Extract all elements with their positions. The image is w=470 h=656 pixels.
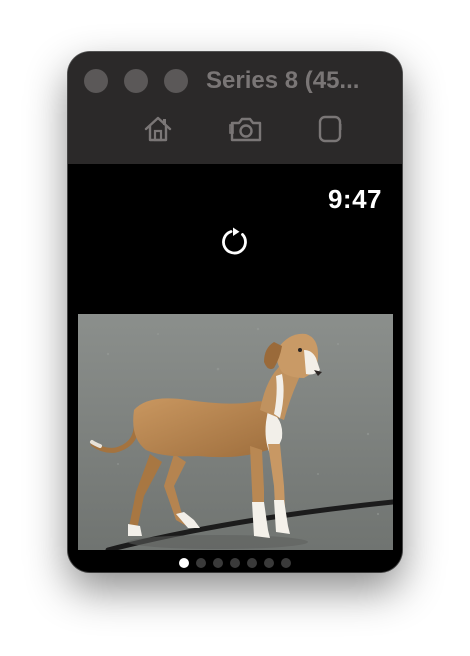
simulator-window: Series 8 (45... 9:47	[68, 52, 402, 572]
page-dot[interactable]	[179, 558, 189, 568]
close-window-button[interactable]	[84, 69, 108, 93]
page-dot[interactable]	[196, 558, 206, 568]
page-dot[interactable]	[247, 558, 257, 568]
zoom-window-button[interactable]	[164, 69, 188, 93]
dog-photo[interactable]	[78, 314, 393, 550]
rotate-device-icon	[318, 115, 342, 143]
page-dot[interactable]	[281, 558, 291, 568]
watch-screen: 9:47	[68, 164, 402, 572]
minimize-window-button[interactable]	[124, 69, 148, 93]
titlebar: Series 8 (45...	[68, 52, 402, 165]
home-icon	[144, 116, 172, 142]
page-indicator	[68, 558, 402, 568]
reload-button[interactable]	[219, 226, 251, 258]
window-title: Series 8 (45...	[206, 67, 360, 94]
camera-icon	[229, 117, 262, 142]
home-button[interactable]	[139, 112, 177, 146]
arrow-clockwise-icon	[222, 227, 247, 255]
rotate-device-button[interactable]	[311, 112, 349, 146]
page-dot[interactable]	[213, 558, 223, 568]
screenshot-button[interactable]	[227, 112, 265, 146]
dog-image	[78, 314, 393, 550]
watch-time: 9:47	[327, 184, 382, 214]
page-dot[interactable]	[264, 558, 274, 568]
page-dot[interactable]	[230, 558, 240, 568]
